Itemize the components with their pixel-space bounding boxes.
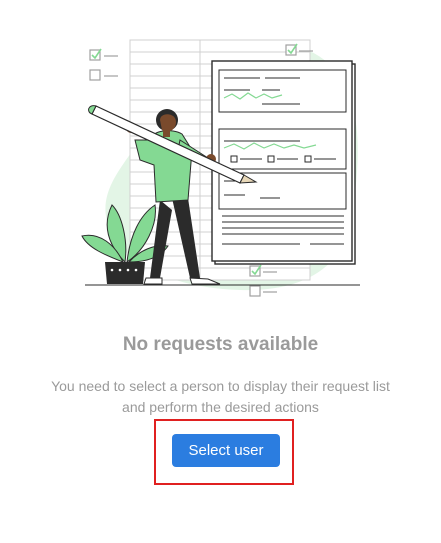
empty-state-description: You need to select a person to display t… (40, 376, 401, 418)
empty-state-panel: No requests available You need to select… (0, 0, 441, 543)
document-form (211, 60, 356, 265)
select-user-button[interactable]: Select user (172, 434, 280, 467)
document-review-illustration (81, 39, 360, 297)
description-line-2: and perform the desired actions (122, 399, 319, 415)
description-line-1: You need to select a person to display t… (51, 378, 390, 394)
empty-state-title: No requests available (122, 334, 319, 355)
